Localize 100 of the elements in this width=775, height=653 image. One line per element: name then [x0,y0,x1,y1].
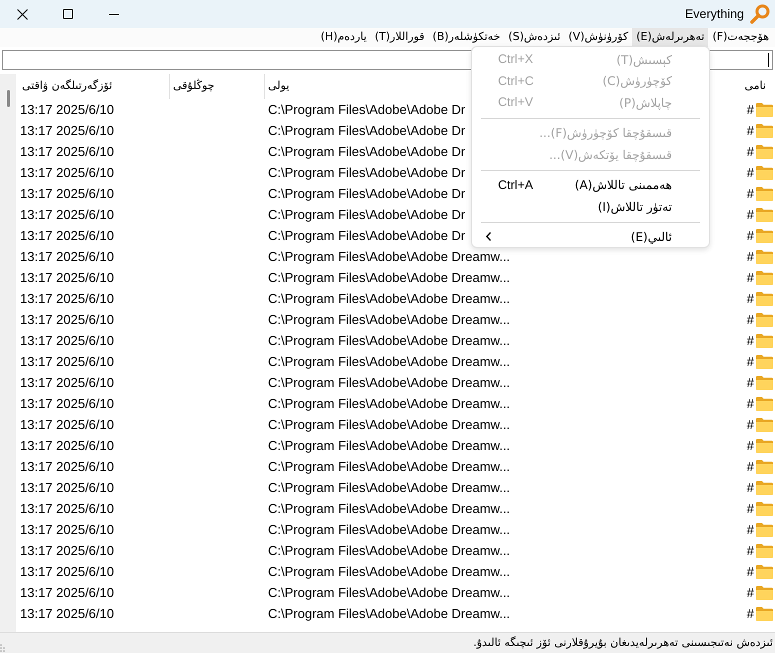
menu-bar-item[interactable]: تەھرىرلەش(E) [632,28,708,47]
modified-cell: 13:17 2025/6/10 [20,165,114,180]
folder-icon [756,544,773,558]
folder-icon [756,418,773,432]
path-cell: C:\Program Files\Adobe\Adobe Dreamw... [268,543,510,558]
file-name: # [746,354,754,369]
folder-icon [756,606,773,620]
shortcut-label: Ctrl+A [498,176,534,194]
menu-bar-item[interactable]: ياردەم(H) [316,28,371,47]
modified-cell: 13:17 2025/6/10 [20,417,114,432]
file-name: # [746,123,754,138]
menu-bar-item[interactable]: ھۆججەت(F) [708,28,773,47]
file-name: # [746,102,754,117]
folder-icon [756,102,773,116]
file-name: # [746,522,754,537]
path-cell: C:\Program Files\Adobe\Adobe Dreamw... [268,270,510,285]
path-cell: C:\Program Files\Adobe\Adobe Dreamw... [268,438,510,453]
path-cell: C:\Program Files\Adobe\Adobe Dr [268,123,466,138]
modified-cell: 13:17 2025/6/10 [20,564,114,579]
path-cell: C:\Program Files\Adobe\Adobe Dr [268,144,466,159]
file-name: # [746,186,754,201]
modified-cell: 13:17 2025/6/10 [20,354,114,369]
path-cell: C:\Program Files\Adobe\Adobe Dreamw... [268,354,510,369]
folder-icon [756,292,773,306]
file-name: # [746,417,754,432]
folder-icon [756,354,773,368]
path-cell: C:\Program Files\Adobe\Adobe Dr [268,186,466,201]
modified-cell: 13:17 2025/6/10 [20,123,114,138]
modified-cell: 13:17 2025/6/10 [20,606,114,621]
path-cell: C:\Program Files\Adobe\Adobe Dreamw... [268,606,510,621]
menu-bar-item[interactable]: قوراللار(T) [370,28,429,47]
menu-bar-item[interactable]: كۆرۈنۈش(V) [564,28,632,47]
folder-icon [756,124,773,138]
path-cell: C:\Program Files\Adobe\Adobe Dreamw... [268,291,510,306]
maximize-icon [63,9,73,19]
folder-icon [756,564,773,578]
folder-icon [756,166,773,180]
resize-grip-icon [0,644,6,652]
folder-icon [756,502,773,516]
menu-bar-item[interactable]: خەتكۈشلەر(B) [428,28,504,47]
modified-cell: 13:17 2025/6/10 [20,207,114,222]
file-name: # [746,270,754,285]
folder-icon [756,208,773,222]
file-name: # [746,291,754,306]
folder-icon [756,460,773,474]
file-name: # [746,543,754,558]
scrollbar-thumb[interactable] [6,90,10,107]
folder-icon [756,312,773,326]
path-cell: C:\Program Files\Adobe\Adobe Dreamw... [268,501,510,516]
scrollbar-track[interactable] [0,74,16,632]
magnifier-icon [750,4,770,24]
column-header[interactable]: چوڭلۇقى [170,74,265,99]
modified-cell: 13:17 2025/6/10 [20,438,114,453]
folder-icon [756,186,773,200]
menu-bar-item[interactable]: ئىزدەش(S) [504,28,564,47]
modified-cell: 13:17 2025/6/10 [20,375,114,390]
folder-icon [756,144,773,158]
modified-cell: 13:17 2025/6/10 [20,522,114,537]
folder-icon [756,480,773,494]
path-cell: C:\Program Files\Adobe\Adobe Dreamw... [268,333,510,348]
menu-item[interactable]: ئالىي(E) [472,226,709,246]
path-cell: C:\Program Files\Adobe\Adobe Dr [268,102,466,117]
path-cell: C:\Program Files\Adobe\Adobe Dreamw... [268,564,510,579]
folder-icon [756,250,773,264]
status-text: ئىزدەش نەتىجىسىنى تەھرىرلەيدىغان بۇيرۇقلارنى ئۆز ئىچىگە ئالىدۇ. [473,634,773,651]
folder-icon [756,376,773,390]
text-cursor-icon [768,53,769,67]
folder-icon [756,522,773,536]
file-name: # [746,249,754,264]
column-header[interactable]: ئۆزگەرتىلگەن ۋاقتى [16,74,170,99]
file-name: # [746,207,754,222]
file-name: # [746,333,754,348]
path-cell: C:\Program Files\Adobe\Adobe Dreamw... [268,249,510,264]
path-cell: C:\Program Files\Adobe\Adobe Dreamw... [268,522,510,537]
shortcut-label: Ctrl+C [498,72,534,90]
file-name: # [746,459,754,474]
path-cell: C:\Program Files\Adobe\Adobe Dreamw... [268,417,510,432]
menu-item[interactable]: تەتۈر تاللاش(I) [472,196,709,218]
folder-icon [756,438,773,452]
file-name: # [746,144,754,159]
file-name: # [746,564,754,579]
modified-cell: 13:17 2025/6/10 [20,186,114,201]
modified-cell: 13:17 2025/6/10 [20,291,114,306]
path-cell: C:\Program Files\Adobe\Adobe Dreamw... [268,459,510,474]
folder-icon [756,270,773,284]
path-cell: C:\Program Files\Adobe\Adobe Dreamw... [268,480,510,495]
shortcut-label: Ctrl+X [498,51,534,68]
column-header[interactable]: نامى [715,74,775,99]
chevron-left-icon [486,232,491,241]
file-name: # [746,312,754,327]
modified-cell: 13:17 2025/6/10 [20,102,114,117]
window-title: Everything [684,6,744,23]
file-name: # [746,228,754,243]
folder-icon [756,396,773,410]
file-name: # [746,585,754,600]
path-cell: C:\Program Files\Adobe\Adobe Dr [268,207,466,222]
path-cell: C:\Program Files\Adobe\Adobe Dreamw... [268,312,510,327]
folder-icon [756,228,773,242]
file-name: # [746,165,754,180]
modified-cell: 13:17 2025/6/10 [20,585,114,600]
